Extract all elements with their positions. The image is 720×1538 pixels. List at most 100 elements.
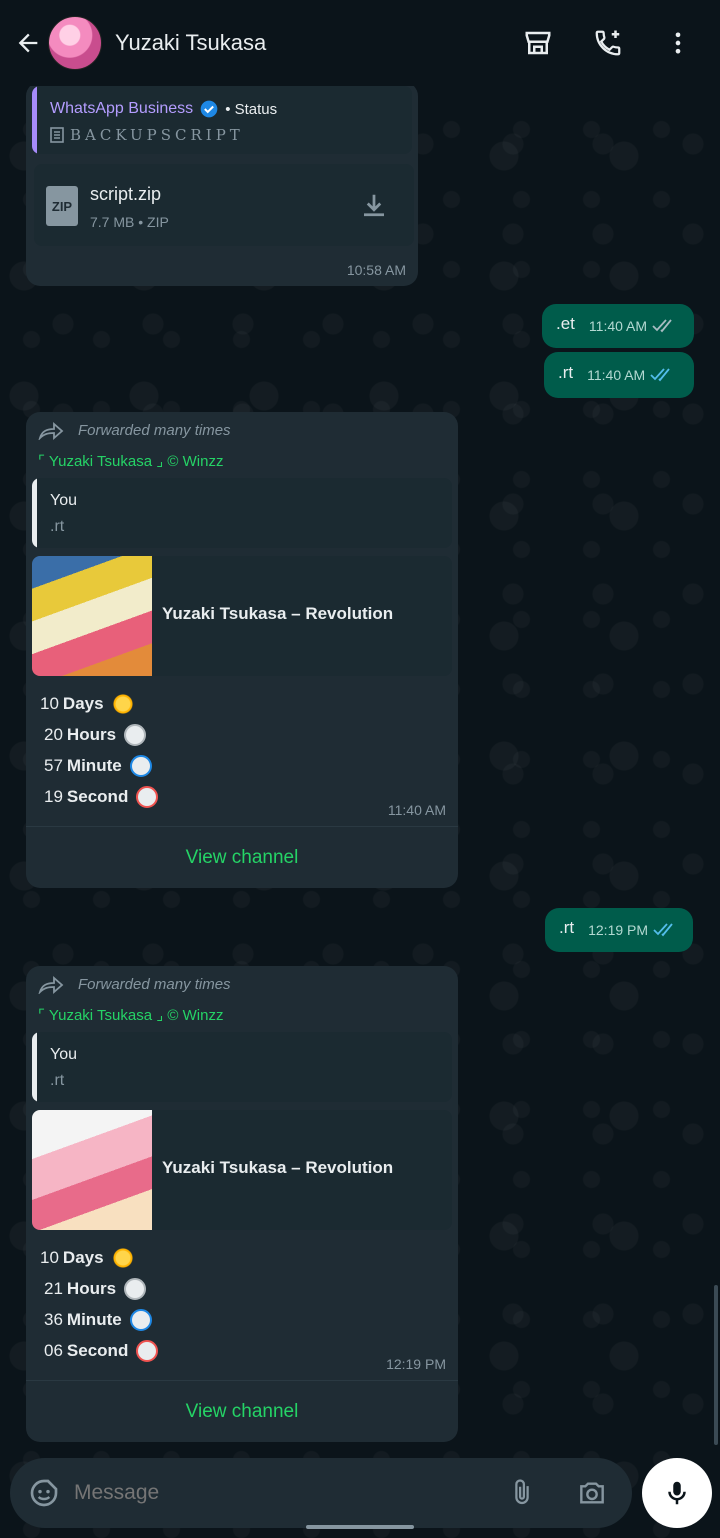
seconds-value: 06 bbox=[44, 1341, 63, 1360]
countdown-hours: 21 Hours bbox=[44, 1273, 158, 1304]
countdown-seconds: 19 Second bbox=[44, 781, 159, 812]
preview-thumbnail bbox=[32, 556, 152, 676]
message-text: .rt bbox=[559, 918, 575, 937]
countdown-minutes: 57 Minute bbox=[44, 750, 158, 781]
storefront-icon bbox=[525, 31, 551, 55]
double-check-icon bbox=[652, 319, 672, 333]
message-input[interactable] bbox=[74, 1481, 494, 1505]
quoted-message[interactable]: You .rt bbox=[32, 478, 452, 548]
voice-message-button[interactable] bbox=[642, 1458, 712, 1528]
download-icon bbox=[364, 194, 384, 217]
forward-many-icon bbox=[38, 976, 64, 994]
microphone-icon bbox=[668, 1481, 686, 1505]
message-time: 11:40 AM bbox=[387, 802, 446, 818]
catalog-button[interactable] bbox=[518, 23, 558, 63]
message-outgoing[interactable]: .rt 12:19 PM bbox=[545, 908, 693, 952]
seconds-label: Second bbox=[66, 1341, 129, 1360]
scrollbar-thumb[interactable] bbox=[714, 1285, 718, 1445]
days-value: 10 bbox=[40, 694, 59, 713]
minutes-label: Minute bbox=[66, 756, 122, 775]
link-preview[interactable]: Yuzaki Tsukasa – Revolution bbox=[32, 1110, 452, 1230]
double-check-read-icon bbox=[650, 368, 670, 382]
avatar[interactable] bbox=[48, 16, 102, 70]
countdown-text: 10 Days 20 Hours 57 Minute 19 Second bbox=[40, 688, 159, 812]
add-call-icon bbox=[595, 30, 621, 56]
message-text: .et bbox=[556, 314, 575, 333]
emoji-button[interactable] bbox=[24, 1473, 64, 1513]
status-author-name: WhatsApp Business bbox=[50, 100, 194, 117]
status-author: WhatsApp Business • Status bbox=[50, 99, 277, 119]
alarm-clock-icon bbox=[129, 754, 152, 777]
message-text: .rt bbox=[558, 363, 574, 382]
chat-header: Yuzaki Tsukasa bbox=[0, 0, 720, 86]
preview-thumbnail bbox=[32, 1110, 152, 1230]
camera-button[interactable] bbox=[572, 1473, 612, 1513]
sticker-smiley-icon bbox=[30, 1479, 58, 1507]
quote-bar bbox=[32, 478, 37, 548]
message-outgoing[interactable]: .et 11:40 AM bbox=[542, 304, 694, 348]
quoted-message[interactable]: You .rt bbox=[32, 1032, 452, 1102]
channel-name[interactable]: ⌜ Yuzaki Tsukasa ⌟ © Winzz bbox=[38, 452, 223, 470]
forwarded-text: Forwarded many times bbox=[78, 975, 231, 993]
status-subtitle: BACKUPSCRIPT bbox=[50, 126, 244, 144]
status-subtitle-text: BACKUPSCRIPT bbox=[70, 126, 244, 144]
arrow-back-icon bbox=[18, 33, 38, 53]
status-quote[interactable]: WhatsApp Business • Status BACKUPSCRIPT bbox=[32, 86, 412, 154]
stopwatch-icon bbox=[136, 785, 159, 808]
clock-icon bbox=[124, 723, 147, 746]
countdown-minutes: 36 Minute bbox=[44, 1304, 158, 1335]
preview-title: Yuzaki Tsukasa – Revolution bbox=[162, 604, 394, 623]
file-name: script.zip bbox=[90, 184, 162, 204]
countdown-hours: 20 Hours bbox=[44, 719, 158, 750]
link-preview[interactable]: Yuzaki Tsukasa – Revolution bbox=[32, 556, 452, 676]
days-label: Days bbox=[62, 694, 104, 713]
message-time: 12:19 PM bbox=[386, 1356, 446, 1372]
minutes-label: Minute bbox=[66, 1310, 122, 1329]
message-forwarded-card[interactable]: Forwarded many times ⌜ Yuzaki Tsukasa ⌟ … bbox=[26, 966, 458, 1442]
view-channel-button[interactable]: View channel bbox=[26, 826, 458, 888]
quote-text: .rt bbox=[50, 518, 65, 535]
view-channel-button[interactable]: View channel bbox=[26, 1380, 458, 1442]
stopwatch-icon bbox=[136, 1339, 159, 1362]
chat-title[interactable]: Yuzaki Tsukasa bbox=[115, 30, 266, 56]
minutes-value: 57 bbox=[44, 756, 63, 775]
minutes-value: 36 bbox=[44, 1310, 63, 1329]
message-time-text: 11:40 AM bbox=[587, 367, 646, 383]
countdown-days: 10 Days bbox=[40, 1242, 158, 1273]
quote-bar bbox=[32, 86, 37, 154]
attach-button[interactable] bbox=[502, 1473, 542, 1513]
forwarded-label: Forwarded many times bbox=[38, 420, 231, 440]
message-forwarded-card[interactable]: Forwarded many times ⌜ Yuzaki Tsukasa ⌟ … bbox=[26, 412, 458, 888]
countdown-text: 10 Days 21 Hours 36 Minute 06 Second bbox=[40, 1242, 159, 1366]
hours-value: 21 bbox=[44, 1279, 63, 1298]
preview-title: Yuzaki Tsukasa – Revolution bbox=[162, 1158, 394, 1177]
message-composer bbox=[10, 1458, 632, 1528]
message-time: 11:40 AM bbox=[587, 367, 675, 383]
clock-icon bbox=[124, 1277, 147, 1300]
message-time-text: 12:19 PM bbox=[588, 922, 649, 938]
days-value: 10 bbox=[40, 1248, 59, 1267]
message-status-reply[interactable]: WhatsApp Business • Status BACKUPSCRIPT … bbox=[26, 82, 418, 286]
quote-bar bbox=[32, 1032, 37, 1102]
sun-icon bbox=[111, 1246, 134, 1269]
quote-author: You bbox=[50, 492, 77, 509]
channel-name[interactable]: ⌜ Yuzaki Tsukasa ⌟ © Winzz bbox=[38, 1006, 223, 1024]
document-icon bbox=[50, 127, 64, 143]
paperclip-icon bbox=[515, 1479, 529, 1505]
back-button[interactable] bbox=[6, 21, 50, 65]
add-call-button[interactable] bbox=[588, 23, 628, 63]
file-attachment[interactable]: ZIP script.zip 7.7 MB • ZIP bbox=[34, 164, 414, 246]
status-tag: • Status bbox=[225, 100, 278, 118]
sun-icon bbox=[111, 692, 134, 715]
download-button[interactable] bbox=[356, 188, 392, 224]
file-meta: 7.7 MB • ZIP bbox=[90, 214, 169, 230]
hours-value: 20 bbox=[44, 725, 63, 744]
hours-label: Hours bbox=[66, 1279, 117, 1298]
seconds-label: Second bbox=[66, 787, 129, 806]
message-outgoing[interactable]: .rt 11:40 AM bbox=[544, 352, 694, 398]
alarm-clock-icon bbox=[129, 1308, 152, 1331]
home-indicator[interactable] bbox=[306, 1525, 414, 1529]
more-options-button[interactable] bbox=[658, 23, 698, 63]
forwarded-text: Forwarded many times bbox=[78, 421, 231, 439]
countdown-days: 10 Days bbox=[40, 688, 158, 719]
